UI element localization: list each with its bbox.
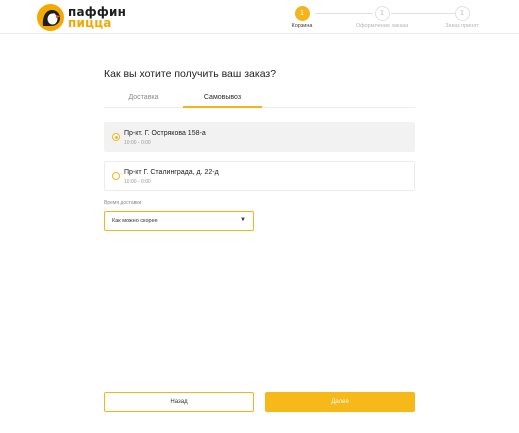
radio-button[interactable] bbox=[112, 133, 120, 141]
delivery-time-label: Время доставки bbox=[104, 200, 142, 206]
brand-line2: пицца bbox=[68, 16, 112, 30]
delivery-time-select[interactable]: Как можно скорее ▼ bbox=[104, 211, 254, 231]
delivery-method-tabs: Доставка Самовывоз bbox=[104, 88, 415, 108]
back-button[interactable]: Назад bbox=[104, 392, 254, 412]
step-number: 1 bbox=[374, 6, 390, 21]
address-hours: 10:00 - 0:00 bbox=[124, 179, 151, 185]
tab-pickup[interactable]: Самовывоз bbox=[183, 88, 262, 108]
brand-logo[interactable]: паффин пицца bbox=[37, 4, 127, 32]
address-hours: 10:00 - 0:00 bbox=[124, 140, 151, 146]
step-label: Корзина bbox=[291, 23, 313, 29]
page-title: Как вы хотите получить ваш заказ? bbox=[104, 68, 277, 80]
tab-delivery[interactable]: Доставка bbox=[104, 88, 183, 108]
pickup-address-option[interactable]: Пр-кт Г. Сталинграда, д. 22-д 10:00 - 0:… bbox=[104, 161, 415, 191]
pickup-address-option[interactable]: Пр-кт. Г. Острякова 158-а 10:00 - 0:00 bbox=[104, 122, 415, 152]
address-name: Пр-кт. Г. Острякова 158-а bbox=[124, 130, 206, 137]
step-order-accepted: 1 Заказ принят bbox=[432, 5, 492, 29]
header: паффин пицца 1 Корзина 1 Оформление зака… bbox=[0, 0, 519, 34]
checkout-steps: 1 Корзина 1 Оформление заказа 1 Заказ пр… bbox=[277, 5, 499, 33]
step-label: Заказ принят bbox=[445, 23, 479, 29]
step-cart: 1 Корзина bbox=[272, 5, 332, 29]
step-label: Оформление заказа bbox=[355, 23, 409, 29]
brand-wordmark: паффин пицца bbox=[68, 6, 126, 30]
step-number: 1 bbox=[454, 6, 470, 21]
next-button[interactable]: Далее bbox=[265, 392, 415, 412]
caret-down-icon: ▼ bbox=[240, 217, 246, 223]
puffin-logo-icon bbox=[37, 4, 64, 31]
radio-button[interactable] bbox=[112, 172, 120, 180]
delivery-time-value: Как можно скорее bbox=[112, 218, 158, 224]
step-checkout: 1 Оформление заказа bbox=[352, 5, 412, 29]
address-name: Пр-кт Г. Сталинграда, д. 22-д bbox=[124, 169, 219, 176]
step-number: 1 bbox=[294, 6, 310, 21]
